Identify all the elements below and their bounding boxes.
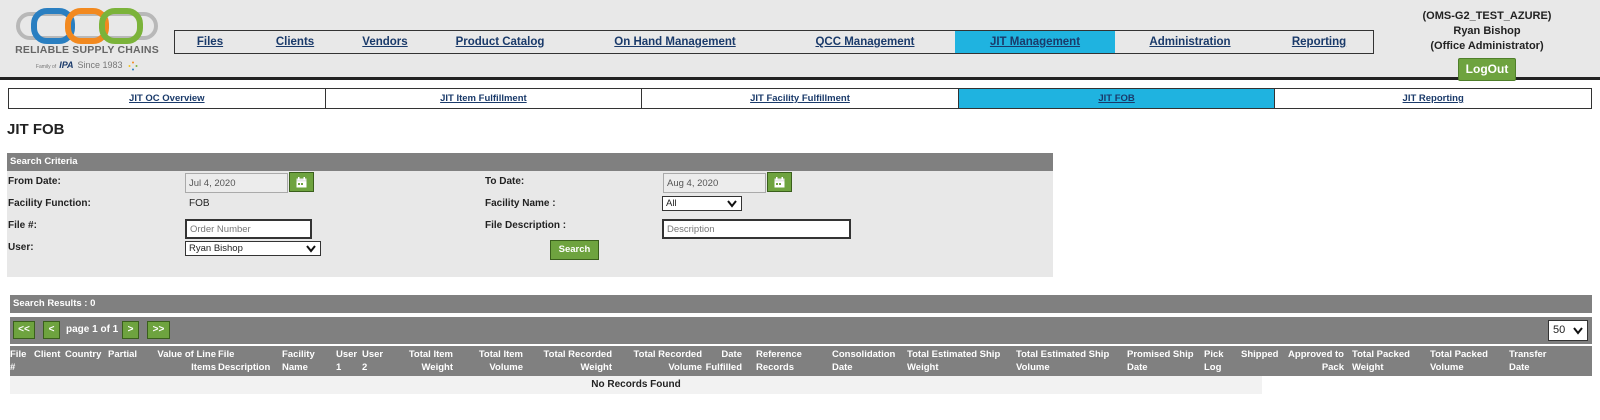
chain-links-icon — [16, 8, 158, 44]
col-value-of-line-items[interactable]: Value of Line Items — [150, 348, 216, 374]
search-button[interactable]: Search — [550, 240, 599, 260]
ipa-logo: IPA — [59, 60, 74, 70]
col-file-description[interactable]: File Description — [218, 348, 278, 374]
nav-product-catalog[interactable]: Product Catalog — [425, 31, 575, 53]
col-total-recorded-weight[interactable]: Total Recorded Weight — [532, 348, 612, 374]
nav-vendors[interactable]: Vendors — [345, 31, 425, 53]
facility-name-selected: All — [666, 198, 677, 209]
facility-name-label: Facility Name : — [485, 198, 556, 209]
tab-jit-reporting[interactable]: JIT Reporting — [1275, 89, 1591, 108]
file-number-label: File #: — [8, 220, 37, 231]
user-name: Ryan Bishop — [1453, 25, 1521, 37]
no-records-message: No Records Found — [10, 376, 1262, 394]
from-date-calendar-button[interactable] — [289, 172, 314, 192]
chevron-down-icon — [727, 200, 737, 208]
tab-jit-fob[interactable]: JIT FOB — [958, 89, 1276, 108]
nav-jit-management[interactable]: JIT Management — [955, 31, 1115, 53]
search-criteria-title: Search Criteria — [7, 153, 1053, 171]
results-table-header: File # Client Country Partial Value of L… — [10, 346, 1592, 376]
facility-function-value: FOB — [189, 198, 210, 209]
user-label: User: — [8, 242, 34, 253]
nav-reporting[interactable]: Reporting — [1265, 31, 1373, 53]
logout-button[interactable]: LogOut — [1457, 58, 1517, 81]
logo-prefix: Family of — [35, 64, 57, 70]
col-total-packed-weight[interactable]: Total Packed Weight — [1352, 348, 1422, 374]
company-logo[interactable]: RELIABLE SUPPLY CHAINS Family of IPA Since… — [12, 8, 162, 74]
search-criteria-panel: Search Criteria From Date: To Date: Faci… — [7, 153, 1053, 277]
col-file-number[interactable]: File # — [10, 348, 32, 374]
logo-since-text: Family of IPA Since 1983 — [12, 60, 162, 71]
chevron-down-icon — [306, 245, 316, 253]
tab-jit-item-fulfillment[interactable]: JIT Item Fulfillment — [326, 89, 643, 108]
col-consolidation-date[interactable]: Consolidation Date — [832, 348, 904, 374]
user-select[interactable]: Ryan Bishop — [185, 241, 321, 256]
to-date-input[interactable] — [663, 173, 766, 193]
col-total-packed-volume[interactable]: Total Packed Volume — [1430, 348, 1502, 374]
sparkle-icon — [128, 61, 138, 71]
col-date-fulfilled[interactable]: Date Fulfilled — [700, 348, 742, 374]
nav-clients[interactable]: Clients — [245, 31, 345, 53]
logo-brand-text: RELIABLE SUPPLY CHAINS — [15, 44, 159, 56]
nav-on-hand-management[interactable]: On Hand Management — [575, 31, 775, 53]
next-page-button[interactable]: > — [122, 321, 139, 339]
app-header: RELIABLE SUPPLY CHAINS Family of IPA Since… — [0, 0, 1600, 81]
col-shipped[interactable]: Shipped — [1241, 348, 1283, 361]
tab-jit-facility-fulfillment[interactable]: JIT Facility Fulfillment — [642, 89, 959, 108]
to-date-label: To Date: — [485, 176, 525, 187]
user-role: (Office Administrator) — [1430, 40, 1544, 52]
col-total-estimated-ship-weight[interactable]: Total Estimated Ship Weight — [907, 348, 1012, 374]
environment-label: (OMS-G2_TEST_AZURE) — [1422, 10, 1552, 22]
col-client[interactable]: Client — [34, 348, 64, 361]
from-date-label: From Date: — [8, 176, 61, 187]
to-date-calendar-button[interactable] — [767, 172, 792, 192]
search-results-title: Search Results : 0 — [10, 295, 1592, 313]
page-size-value: 50 — [1553, 324, 1566, 336]
tab-jit-oc-overview[interactable]: JIT OC Overview — [9, 89, 326, 108]
nav-administration[interactable]: Administration — [1115, 31, 1265, 53]
col-user-2[interactable]: User 2 — [362, 348, 388, 374]
col-total-recorded-volume[interactable]: Total Recorded Volume — [622, 348, 702, 374]
col-total-estimated-ship-volume[interactable]: Total Estimated Ship Volume — [1016, 348, 1121, 374]
nav-qcc-management[interactable]: QCC Management — [775, 31, 955, 53]
col-partial[interactable]: Partial — [108, 348, 148, 361]
page-indicator: page 1 of 1 — [66, 324, 119, 335]
col-pick-log[interactable]: Pick Log — [1204, 348, 1230, 374]
user-selected: Ryan Bishop — [189, 243, 243, 254]
calendar-icon — [296, 176, 307, 187]
from-date-input[interactable] — [185, 173, 288, 193]
main-nav: Files Clients Vendors Product Catalog On… — [174, 30, 1374, 54]
jit-subnav: JIT OC Overview JIT Item Fulfillment JIT… — [8, 88, 1592, 109]
page-title: JIT FOB — [7, 121, 65, 138]
col-promised-ship-date[interactable]: Promised Ship Date — [1127, 348, 1199, 374]
col-reference-records[interactable]: Reference Records — [756, 348, 811, 374]
col-approved-to-pack[interactable]: Approved to Pack — [1282, 348, 1344, 374]
user-info: (OMS-G2_TEST_AZURE) Ryan Bishop (Office … — [1380, 9, 1594, 81]
first-page-button[interactable]: << — [13, 321, 35, 339]
facility-name-select[interactable]: All — [662, 196, 742, 211]
file-description-label: File Description : — [485, 220, 567, 231]
file-description-input[interactable] — [662, 219, 851, 239]
prev-page-button[interactable]: < — [43, 321, 60, 339]
col-facility-name[interactable]: Facility Name — [282, 348, 332, 374]
pagination-bar: << < page 1 of 1 > >> 50 — [10, 317, 1592, 344]
col-total-item-volume[interactable]: Total Item Volume — [468, 348, 523, 374]
chevron-down-icon — [1573, 327, 1583, 335]
col-total-item-weight[interactable]: Total Item Weight — [398, 348, 453, 374]
calendar-icon — [774, 176, 785, 187]
last-page-button[interactable]: >> — [147, 321, 170, 339]
page-size-select[interactable]: 50 — [1548, 320, 1588, 341]
facility-function-label: Facility Function: — [8, 198, 91, 209]
order-number-input[interactable] — [185, 219, 312, 239]
nav-files[interactable]: Files — [175, 31, 245, 53]
col-user-1[interactable]: User 1 — [336, 348, 360, 374]
col-country[interactable]: Country — [65, 348, 110, 361]
logo-since: Since 1983 — [77, 60, 123, 70]
col-transfer-date[interactable]: Transfer Date — [1509, 348, 1557, 374]
